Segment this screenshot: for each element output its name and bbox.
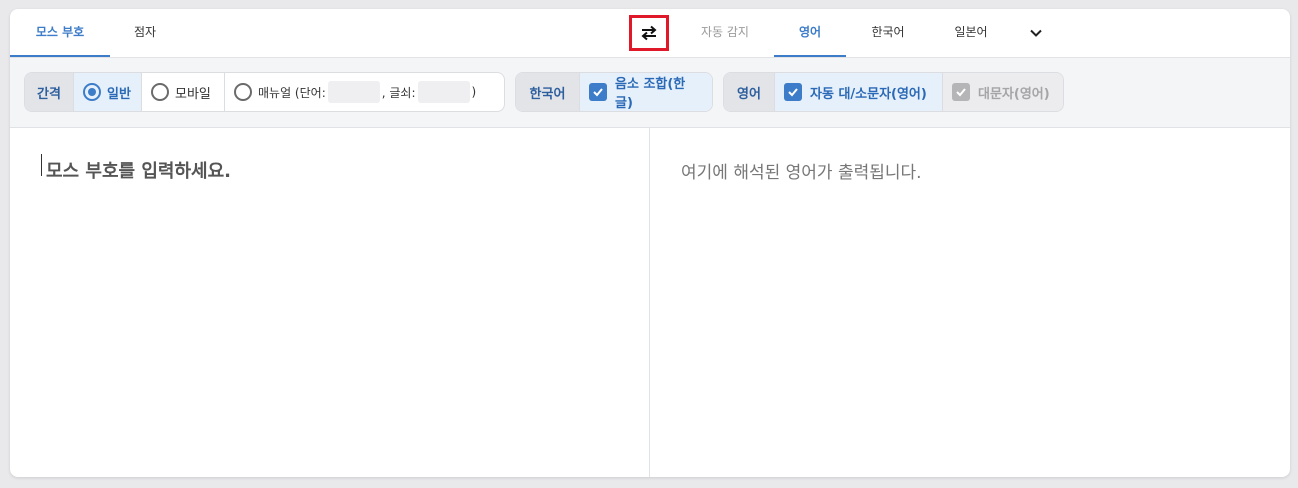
tab-auto-detect[interactable]: 자동 감지 xyxy=(685,9,765,57)
translator-card: 모스 부호 점자 자동 감지 영어 한국어 일본어 간격 일반 모바일 매뉴얼 … xyxy=(10,9,1290,477)
options-bar: 간격 일반 모바일 매뉴얼 (단어: , 글쇠: ) 한국어 음소 조합(한글)… xyxy=(10,58,1290,128)
checkbox-checked-icon xyxy=(589,83,607,101)
english-options-group: 영어 자동 대/소문자(영어) 대문자(영어) xyxy=(723,72,1064,112)
spacing-options-group: 간격 일반 모바일 매뉴얼 (단어: , 글쇠: ) xyxy=(24,72,505,112)
chevron-down-icon[interactable] xyxy=(1028,25,1044,41)
radio-selected-icon xyxy=(83,83,101,101)
tab-english[interactable]: 영어 xyxy=(774,9,846,57)
manual-word-gap-input[interactable] xyxy=(327,81,380,103)
manual-word-label: 매뉴얼 (단어: xyxy=(258,85,326,100)
spacing-label: 간격 xyxy=(25,73,73,111)
korean-options-label: 한국어 xyxy=(516,73,579,111)
text-cursor xyxy=(41,154,42,176)
spacing-mobile-radio[interactable]: 모바일 xyxy=(141,73,224,111)
output-placeholder: 여기에 해석된 영어가 출력됩니다. xyxy=(681,163,922,183)
manual-close-paren: ) xyxy=(471,85,477,99)
spacing-manual-radio[interactable]: 매뉴얼 (단어: , 글쇠: ) xyxy=(224,73,504,111)
english-options-label: 영어 xyxy=(724,73,774,111)
tab-japanese[interactable]: 일본어 xyxy=(935,9,1007,57)
tab-korean[interactable]: 한국어 xyxy=(852,9,924,57)
swap-languages-button[interactable] xyxy=(629,15,669,51)
phoneme-combine-checkbox[interactable]: 음소 조합(한글) xyxy=(579,73,712,111)
spacing-mobile-label: 모바일 xyxy=(175,86,211,102)
auto-case-checkbox[interactable]: 자동 대/소문자(영어) xyxy=(774,73,942,111)
tab-morse-code[interactable]: 모스 부호 xyxy=(10,9,110,57)
auto-case-label: 자동 대/소문자(영어) xyxy=(810,86,927,102)
korean-options-group: 한국어 음소 조합(한글) xyxy=(515,72,713,112)
spacing-normal-label: 일반 xyxy=(107,86,131,102)
input-placeholder: 모스 부호를 입력하세요. xyxy=(46,161,231,182)
manual-key-label: , 글쇠: xyxy=(381,85,416,100)
radio-unselected-icon xyxy=(234,83,252,101)
spacing-normal-radio[interactable]: 일반 xyxy=(73,73,141,111)
checkbox-checked-disabled-icon xyxy=(952,83,970,101)
tab-braille[interactable]: 점자 xyxy=(110,9,180,57)
phoneme-combine-label: 음소 조합(한글) xyxy=(615,77,686,111)
language-tab-bar: 모스 부호 점자 자동 감지 영어 한국어 일본어 xyxy=(10,9,1290,58)
checkbox-checked-icon xyxy=(784,83,802,101)
manual-key-gap-input[interactable] xyxy=(417,81,470,103)
morse-input-area[interactable]: 모스 부호를 입력하세요. xyxy=(10,128,650,477)
uppercase-checkbox: 대문자(영어) xyxy=(942,73,1063,111)
radio-unselected-icon xyxy=(151,83,169,101)
translation-output-area: 여기에 해석된 영어가 출력됩니다. xyxy=(650,128,1290,477)
swap-icon xyxy=(641,25,657,41)
uppercase-label: 대문자(영어) xyxy=(978,86,1050,102)
